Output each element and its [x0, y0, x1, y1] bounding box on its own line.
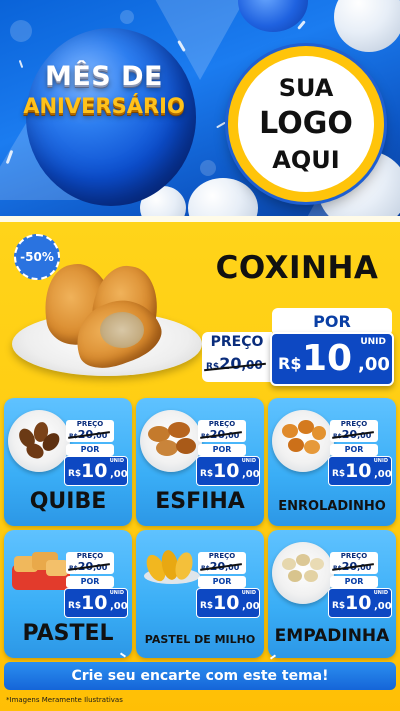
- old-price-box: PREÇO R$20,00: [202, 332, 272, 382]
- hero-title-line1: MÊS DE: [44, 61, 163, 92]
- por-label: POR: [66, 576, 114, 588]
- price-int: 10: [345, 460, 372, 482]
- new-price-box: R$ 10 ,00 UNID: [328, 456, 392, 486]
- price-cents: ,00: [242, 601, 260, 612]
- product-card-pastel-de-milho: PREÇO R$20,00 POR R$ 10 ,00 UNID PASTEL …: [136, 530, 264, 658]
- hero-title-line2: ANIVERSÁRIO: [23, 94, 185, 118]
- price-currency: R$: [68, 469, 82, 479]
- price-int: 10: [81, 592, 108, 614]
- esfiha-piece: [168, 422, 190, 438]
- new-price-box: R$ 10 ,00 UNID: [196, 588, 260, 618]
- old-price-box: PREÇO R$20,00: [66, 552, 114, 574]
- product-card-quibe: PREÇO R$20,00 POR R$ 10 ,00 UNID QUIBE: [4, 398, 132, 526]
- coxinha-filling: [100, 312, 144, 348]
- logo-placeholder: SUA LOGO AQUI: [228, 46, 384, 202]
- enroladinho-piece: [304, 440, 320, 454]
- esfiha-piece: [176, 438, 196, 454]
- old-price-label: PREÇO: [210, 334, 264, 350]
- product-card-pastel: PREÇO R$20,00 POR R$ 10 ,00 UNID PASTEL: [4, 530, 132, 658]
- price-cents: ,00: [242, 469, 260, 480]
- price-int: 10: [345, 592, 372, 614]
- disclaimer-text: *Imagens Meramente Ilustrativas: [6, 696, 123, 704]
- old-price-box: PREÇO R$20,00: [66, 420, 114, 442]
- price-cents: ,00: [110, 469, 128, 480]
- hero-title: MÊS DE ANIVERSÁRIO: [14, 62, 194, 120]
- product-name: PASTEL: [22, 621, 114, 646]
- product-card-empadinha: PREÇO R$20,00 POR R$ 10 ,00 UNID EMPADIN…: [268, 530, 396, 658]
- price-currency: R$: [332, 469, 346, 479]
- price-currency: R$: [68, 601, 82, 611]
- price-currency: R$: [200, 469, 214, 479]
- bokeh-light: [10, 20, 32, 42]
- price-unit: UNID: [109, 458, 124, 464]
- price-unit: UNID: [373, 458, 388, 464]
- product-card-enroladinho: PREÇO R$20,00 POR R$ 10 ,00 UNID ENROLAD…: [268, 398, 396, 526]
- price-cents: ,00: [374, 601, 392, 612]
- price-currency: R$: [278, 354, 302, 373]
- price-int: 10: [302, 338, 353, 379]
- por-label: POR: [198, 444, 246, 456]
- old-price-box: PREÇO R$20,00: [198, 420, 246, 442]
- price-int: 10: [81, 460, 108, 482]
- product-name: ENROLADINHO: [278, 499, 386, 514]
- price-unit: UNID: [373, 590, 388, 596]
- price-int: 10: [213, 460, 240, 482]
- old-price-int: 20: [219, 354, 242, 373]
- price-cents: ,00: [110, 601, 128, 612]
- divider-stripe: [0, 216, 400, 222]
- discount-badge: -50%: [14, 234, 60, 280]
- price-cents: ,00: [358, 354, 390, 375]
- empadinha-piece: [296, 554, 310, 566]
- pastel-piece: [46, 560, 68, 576]
- featured-offer: -50% COXINHA PREÇO R$20,00 POR R$ 10 ,00…: [4, 224, 396, 394]
- price-int: 10: [213, 592, 240, 614]
- product-card-esfiha: PREÇO R$20,00 POR R$ 10 ,00 UNID ESFIHA: [136, 398, 264, 526]
- logo-text-line3: AQUI: [272, 146, 340, 174]
- enroladinho-piece: [282, 424, 298, 438]
- new-price-box: R$ 10 ,00 UNID: [196, 456, 260, 486]
- empadinha-piece: [282, 558, 296, 570]
- logo-text-line2: LOGO: [259, 106, 353, 141]
- price-unit: UNID: [241, 590, 256, 596]
- new-price-box: R$ 10 ,00 UNID: [64, 456, 128, 486]
- enroladinho-piece: [288, 438, 304, 452]
- empadinha-piece: [304, 570, 318, 582]
- esfiha-piece: [156, 440, 178, 456]
- price-unit: UNID: [241, 458, 256, 464]
- balloon-white: [188, 178, 258, 216]
- new-price-box: R$ 10 ,00 UNID: [270, 332, 394, 386]
- por-label: POR: [330, 444, 378, 456]
- price-cents: ,00: [374, 469, 392, 480]
- cta-banner[interactable]: Crie seu encarte com este tema!: [4, 662, 396, 690]
- price-currency: R$: [200, 601, 214, 611]
- new-price-box: R$ 10 ,00 UNID: [64, 588, 128, 618]
- new-price-box: R$ 10 ,00 UNID: [328, 588, 392, 618]
- logo-text-line1: SUA: [278, 74, 334, 102]
- bokeh-light: [120, 10, 134, 24]
- bokeh-light: [200, 160, 216, 176]
- featured-product-name: COXINHA: [215, 250, 379, 286]
- empadinha-piece: [288, 570, 302, 582]
- old-price-box: PREÇO R$20,00: [330, 420, 378, 442]
- old-price-box: PREÇO R$20,00: [330, 552, 378, 574]
- price-currency: R$: [332, 601, 346, 611]
- enroladinho-piece: [312, 426, 326, 440]
- plate: [272, 542, 334, 604]
- product-name: PASTEL DE MILHO: [144, 633, 256, 646]
- product-name: EMPADINHA: [274, 626, 390, 646]
- price-unit: UNID: [109, 590, 124, 596]
- price-unit: UNID: [360, 337, 386, 347]
- product-name: ESFIHA: [155, 489, 245, 514]
- por-label: POR: [198, 576, 246, 588]
- hero-banner: MÊS DE ANIVERSÁRIO SUA LOGO AQUI: [0, 0, 400, 216]
- balloon-white: [334, 0, 400, 52]
- old-price-box: PREÇO R$20,00: [198, 552, 246, 574]
- por-label: POR: [66, 444, 114, 456]
- empadinha-piece: [310, 558, 324, 570]
- product-name: QUIBE: [29, 489, 107, 514]
- por-label: POR: [330, 576, 378, 588]
- confetti: [216, 121, 226, 129]
